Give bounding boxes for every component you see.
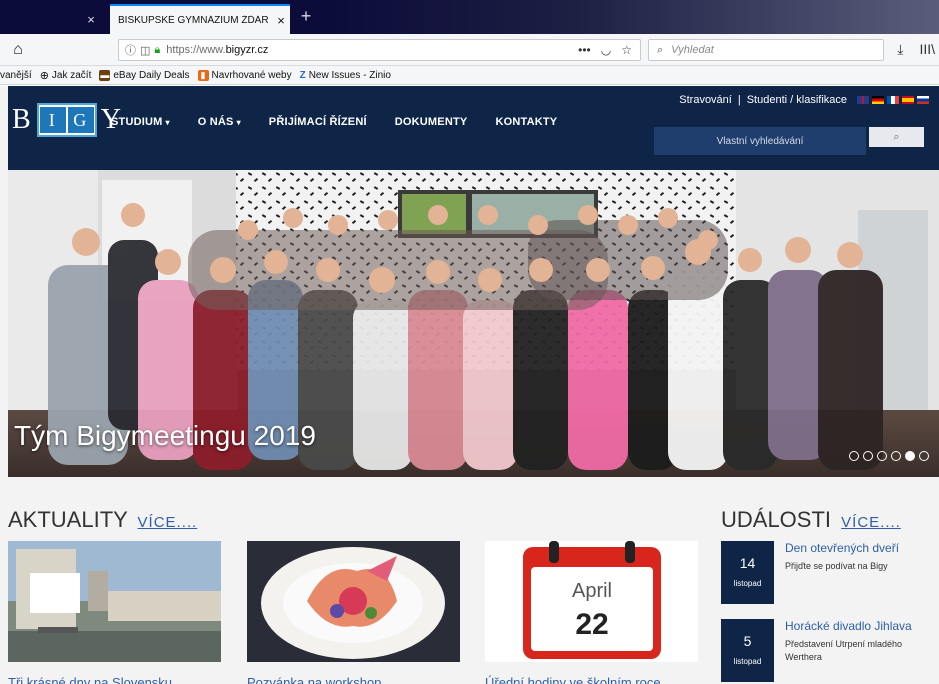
logo-letter: B bbox=[12, 104, 33, 135]
home-icon[interactable]: ⌂ bbox=[0, 41, 36, 59]
bookmark-item[interactable]: ▮ Navrhované weby bbox=[197, 69, 292, 81]
nav-item-o-nas[interactable]: O NÁS ▾ bbox=[184, 116, 255, 128]
site-logo[interactable]: B I G Y bbox=[12, 103, 123, 137]
bookmark-icon: ▮ bbox=[197, 69, 209, 81]
news-item-title[interactable]: Pozvánka na workshop bbox=[247, 675, 460, 684]
tab-strip: × BISKUPSKÉ GYMNÁZIUM ŽĎÁR NA × + bbox=[0, 0, 939, 34]
tab-title: BISKUPSKÉ GYMNÁZIUM ŽĎÁR NA bbox=[118, 14, 272, 26]
events-more-link[interactable]: VÍCE.... bbox=[841, 514, 901, 531]
events-heading: UDÁLOSTI VÍCE.... bbox=[721, 507, 901, 532]
bookmark-star-icon[interactable]: ☆ bbox=[621, 43, 632, 57]
event-date: 14 listopad bbox=[721, 541, 774, 604]
main-navigation: STUDIUM ▾ O NÁS ▾ PŘIJÍMACÍ ŘÍZENÍ DOKUMEN… bbox=[111, 116, 571, 128]
site-search-button[interactable]: ⌕ bbox=[869, 127, 924, 147]
site-search-input[interactable]: Vlastní vyhledávání bbox=[654, 127, 866, 155]
download-icon[interactable]: ⤓ bbox=[897, 41, 903, 58]
news-card-image[interactable] bbox=[247, 541, 460, 662]
logo-letter: I bbox=[39, 107, 66, 133]
shield-icon[interactable]: ◫ bbox=[140, 44, 150, 57]
fr-flag[interactable] bbox=[887, 96, 899, 104]
bookmark-item[interactable]: ▬ eBay Daily Deals bbox=[99, 69, 190, 81]
slide-dot[interactable] bbox=[863, 451, 873, 461]
library-icon[interactable]: III\ bbox=[919, 41, 935, 58]
tab-active[interactable]: BISKUPSKÉ GYMNÁZIUM ŽĎÁR NA × bbox=[110, 4, 290, 34]
page-content: B I G Y STUDIUM ▾ O NÁS ▾ PŘIJÍMACÍ ŘÍZENÍ… bbox=[0, 86, 939, 684]
search-placeholder: Vyhledat bbox=[671, 44, 714, 56]
slide-dot-active[interactable] bbox=[905, 451, 915, 461]
bookmarks-bar: vanější ⊕ Jak začít ▬ eBay Daily Deals ▮… bbox=[0, 66, 939, 85]
event-description: Představení Utrpení mladého Werthera bbox=[785, 639, 903, 662]
event-title[interactable]: Horácké divadlo Jihlava bbox=[785, 619, 912, 633]
bag-icon: ▬ bbox=[99, 69, 111, 81]
nav-item-dokumenty[interactable]: DOKUMENTY bbox=[381, 116, 482, 128]
bookmark-label: Jak začít bbox=[51, 69, 92, 81]
close-tab-icon[interactable]: × bbox=[272, 13, 290, 28]
chevron-down-icon: ▾ bbox=[165, 118, 170, 127]
news-item-title[interactable]: Tři krásné dny na Slovensku bbox=[8, 675, 221, 684]
calendar-month: April bbox=[572, 580, 612, 602]
ru-flag[interactable] bbox=[917, 96, 929, 104]
news-card-image[interactable]: April 22 bbox=[485, 541, 698, 662]
slide-indicators bbox=[849, 451, 929, 461]
bookmark-item[interactable]: ⊕ Jak začít bbox=[40, 69, 92, 82]
uk-flag[interactable] bbox=[857, 96, 869, 104]
browser-search-input[interactable]: ⌕ Vyhledat bbox=[648, 39, 884, 61]
hero-slideshow[interactable]: Tým Bigymeetingu 2019 bbox=[8, 170, 939, 477]
link-separator: | bbox=[737, 94, 741, 106]
site-header: B I G Y STUDIUM ▾ O NÁS ▾ PŘIJÍMACÍ ŘÍZENÍ… bbox=[8, 86, 939, 170]
url-text[interactable]: https://www.bigyzr.cz bbox=[166, 44, 268, 56]
close-tab-icon[interactable]: × bbox=[82, 12, 100, 27]
navigation-bar: ⌂ ⓘ ◫ 🔒︎ https://www.bigyzr.cz ••• ◡ ☆ ⌕… bbox=[0, 34, 939, 66]
link-stravovani[interactable]: Stravování bbox=[679, 94, 732, 106]
link-studenti[interactable]: Studenti / klasifikace bbox=[747, 94, 847, 106]
page-actions-icon[interactable]: ••• bbox=[578, 43, 591, 57]
search-icon: ⌕ bbox=[657, 43, 664, 56]
calendar-day: 22 bbox=[575, 608, 608, 641]
slide-dot[interactable] bbox=[849, 451, 859, 461]
tab-inactive[interactable]: × bbox=[0, 5, 110, 34]
slide-dot[interactable] bbox=[891, 451, 901, 461]
address-bar[interactable]: ⓘ ◫ 🔒︎ https://www.bigyzr.cz ••• ◡ ☆ bbox=[118, 39, 641, 61]
news-card-image[interactable] bbox=[8, 541, 221, 662]
tab-strip-background bbox=[330, 0, 939, 34]
z-icon: Z bbox=[299, 69, 306, 81]
nav-item-prijimaci-rizeni[interactable]: PŘIJÍMACÍ ŘÍZENÍ bbox=[255, 116, 381, 128]
search-icon: ⌕ bbox=[893, 130, 900, 143]
slide-dot[interactable] bbox=[877, 451, 887, 461]
top-links: Stravování | Studenti / klasifikace bbox=[679, 94, 929, 106]
news-item-title[interactable]: Úřední hodiny ve školním roce bbox=[485, 675, 698, 684]
bookmark-label: vanější bbox=[0, 69, 32, 81]
news-heading: AKTUALITY VÍCE.... bbox=[8, 507, 198, 532]
logo-book-icon: I G bbox=[36, 103, 97, 137]
bookmark-item[interactable]: vanější bbox=[0, 70, 32, 81]
lock-icon[interactable]: 🔒︎ bbox=[154, 44, 160, 57]
bookmark-item[interactable]: Z New Issues - Zinio bbox=[300, 70, 391, 81]
bookmark-label: eBay Daily Deals bbox=[113, 69, 190, 81]
language-flags bbox=[857, 96, 929, 104]
event-description: Přijďte se podívat na Bigy bbox=[785, 561, 888, 571]
news-more-link[interactable]: VÍCE.... bbox=[138, 514, 198, 531]
bookmark-label: New Issues - Zinio bbox=[308, 69, 391, 81]
event-title[interactable]: Den otevřených dveří bbox=[785, 541, 899, 555]
pocket-icon[interactable]: ◡ bbox=[601, 43, 611, 57]
hero-caption: Tým Bigymeetingu 2019 bbox=[14, 420, 316, 451]
es-flag[interactable] bbox=[902, 96, 914, 104]
info-icon[interactable]: ⓘ bbox=[125, 42, 136, 58]
slide-dot[interactable] bbox=[919, 451, 929, 461]
chevron-down-icon: ▾ bbox=[236, 118, 241, 127]
browser-window: × BISKUPSKÉ GYMNÁZIUM ŽĎÁR NA × + ⌂ ⓘ ◫ … bbox=[0, 0, 939, 684]
globe-icon: ⊕ bbox=[39, 69, 49, 82]
de-flag[interactable] bbox=[872, 96, 884, 104]
new-tab-button[interactable]: + bbox=[296, 6, 316, 27]
nav-item-studium[interactable]: STUDIUM ▾ bbox=[111, 116, 184, 128]
bookmark-label: Navrhované weby bbox=[211, 69, 292, 81]
nav-item-kontakty[interactable]: KONTAKTY bbox=[481, 116, 571, 128]
event-date: 5 listopad bbox=[721, 619, 774, 682]
logo-letter: G bbox=[67, 107, 94, 133]
